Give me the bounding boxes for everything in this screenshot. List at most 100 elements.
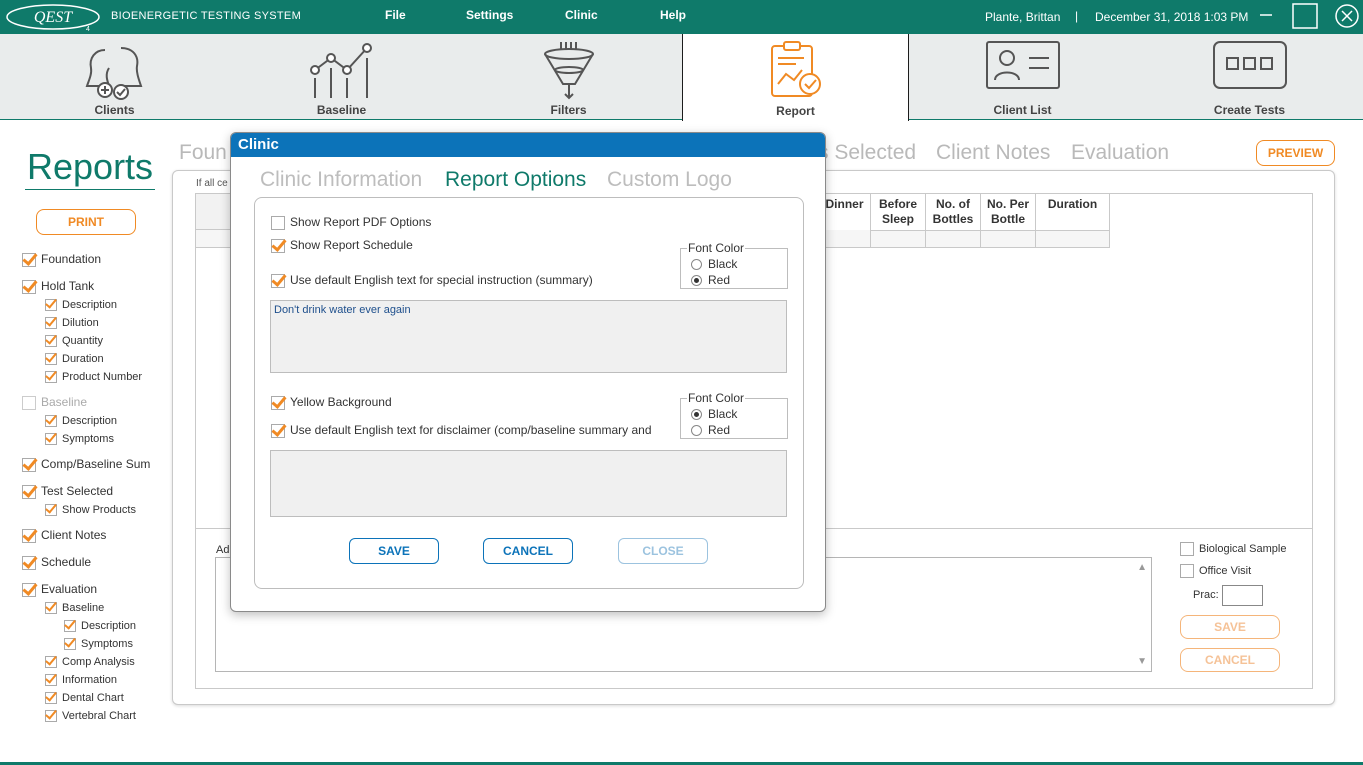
radio-dot[interactable] bbox=[691, 275, 702, 287]
print-button[interactable]: PRINT bbox=[36, 209, 136, 235]
section-comp-analysis-checkbox[interactable]: Comp Analysis bbox=[45, 656, 135, 669]
checkbox-box[interactable] bbox=[22, 582, 36, 597]
prac-input[interactable] bbox=[1222, 585, 1263, 606]
menu-clinic[interactable]: Clinic bbox=[565, 8, 598, 22]
show-schedule-box[interactable] bbox=[271, 238, 285, 253]
bio-sample-box[interactable] bbox=[1180, 541, 1194, 556]
show-pdf-options-checkbox[interactable]: Show Report PDF Options bbox=[271, 215, 431, 230]
section-evaluation-checkbox[interactable]: Evaluation bbox=[22, 582, 97, 597]
table-cell[interactable] bbox=[1035, 230, 1110, 248]
section-test-selected-checkbox[interactable]: Test Selected bbox=[22, 484, 113, 499]
checkbox-box[interactable] bbox=[45, 656, 57, 669]
checkbox-box[interactable] bbox=[22, 555, 36, 570]
checkbox-box[interactable] bbox=[45, 692, 57, 705]
toolbar-baseline[interactable]: Baseline bbox=[228, 34, 455, 120]
section-hold-tank-checkbox[interactable]: Hold Tank bbox=[22, 279, 94, 294]
checkbox-box[interactable] bbox=[45, 674, 57, 687]
section-client-notes-checkbox[interactable]: Client Notes bbox=[22, 528, 106, 543]
maximize-icon[interactable] bbox=[1292, 3, 1318, 29]
checkbox-box[interactable] bbox=[45, 710, 57, 723]
font-color-1-black-radio[interactable]: Black bbox=[691, 257, 737, 271]
checkbox-box[interactable] bbox=[45, 415, 57, 428]
disclaimer-textarea[interactable] bbox=[270, 450, 787, 517]
section-baseline-checkbox[interactable]: Baseline bbox=[45, 602, 104, 615]
toolbar-client-list[interactable]: Client List bbox=[909, 34, 1136, 120]
table-cell[interactable] bbox=[925, 230, 980, 248]
checkbox-box[interactable] bbox=[22, 484, 36, 499]
section-symptoms-checkbox[interactable]: Symptoms bbox=[64, 638, 133, 651]
scroll-up-icon[interactable]: ▲ bbox=[1137, 562, 1147, 573]
checkbox-box[interactable] bbox=[45, 504, 57, 517]
default-disclaimer-checkbox[interactable]: Use default English text for disclaimer … bbox=[271, 423, 652, 438]
default-summary-checkbox[interactable]: Use default English text for special ins… bbox=[271, 273, 593, 288]
dialog-save-button[interactable]: SAVE bbox=[349, 538, 439, 564]
section-description-checkbox[interactable]: Description bbox=[45, 415, 117, 428]
toolbar-filters[interactable]: Filters bbox=[455, 34, 682, 120]
table-cell[interactable] bbox=[980, 230, 1035, 248]
section-vertebral-chart-checkbox[interactable]: Vertebral Chart bbox=[45, 710, 136, 723]
checkbox-box[interactable] bbox=[22, 457, 36, 472]
table-cell[interactable] bbox=[870, 230, 925, 248]
summary-textarea[interactable]: Don't drink water ever again bbox=[270, 300, 787, 373]
checkbox-box[interactable] bbox=[64, 638, 76, 651]
section-foundation-checkbox[interactable]: Foundation bbox=[22, 252, 101, 267]
scroll-down-icon[interactable]: ▼ bbox=[1137, 656, 1147, 667]
checkbox-box[interactable] bbox=[45, 299, 57, 312]
dialog-cancel-button[interactable]: CANCEL bbox=[483, 538, 573, 564]
show-pdf-options-box[interactable] bbox=[271, 215, 285, 230]
radio-dot[interactable] bbox=[691, 409, 702, 421]
checkbox-box[interactable] bbox=[45, 371, 57, 384]
preview-button[interactable]: PREVIEW bbox=[1256, 140, 1335, 166]
checkbox-box[interactable] bbox=[45, 433, 57, 446]
section-description-checkbox[interactable]: Description bbox=[64, 620, 136, 633]
menu-file[interactable]: File bbox=[385, 8, 406, 22]
checkbox-box[interactable] bbox=[45, 602, 57, 615]
checkbox-box[interactable] bbox=[22, 528, 36, 543]
section-duration-checkbox[interactable]: Duration bbox=[45, 353, 104, 366]
yellow-background-checkbox[interactable]: Yellow Background bbox=[271, 395, 392, 410]
tab-evaluation[interactable]: Evaluation bbox=[1071, 141, 1169, 165]
checkbox-box[interactable] bbox=[45, 353, 57, 366]
office-visit-box[interactable] bbox=[1180, 563, 1194, 578]
bio-sample-checkbox[interactable]: Biological Sample bbox=[1180, 541, 1286, 556]
checkbox-box[interactable] bbox=[22, 279, 36, 294]
section-schedule-checkbox[interactable]: Schedule bbox=[22, 555, 91, 570]
toolbar-create-tests[interactable]: Create Tests bbox=[1136, 34, 1363, 120]
section-comp-baseline-sum-checkbox[interactable]: Comp/Baseline Sum bbox=[22, 457, 150, 472]
tab-foundation[interactable]: Foun bbox=[179, 141, 227, 165]
dialog-close-button[interactable]: CLOSE bbox=[618, 538, 708, 564]
section-quantity-checkbox[interactable]: Quantity bbox=[45, 335, 103, 348]
minimize-icon[interactable] bbox=[1259, 8, 1273, 22]
show-schedule-checkbox[interactable]: Show Report Schedule bbox=[271, 238, 413, 253]
office-visit-checkbox[interactable]: Office Visit bbox=[1180, 563, 1251, 578]
menu-help[interactable]: Help bbox=[660, 8, 686, 22]
section-dental-chart-checkbox[interactable]: Dental Chart bbox=[45, 692, 124, 705]
section-show-products-checkbox[interactable]: Show Products bbox=[45, 504, 136, 517]
radio-dot[interactable] bbox=[691, 259, 702, 271]
font-color-2-red-radio[interactable]: Red bbox=[691, 423, 730, 437]
close-icon[interactable] bbox=[1334, 3, 1360, 29]
save-button[interactable]: SAVE bbox=[1180, 615, 1280, 639]
font-color-2-black-radio[interactable]: Black bbox=[691, 407, 737, 421]
menu-settings[interactable]: Settings bbox=[466, 8, 513, 22]
section-information-checkbox[interactable]: Information bbox=[45, 674, 117, 687]
section-product-number-checkbox[interactable]: Product Number bbox=[45, 371, 142, 384]
tab-test-selected[interactable]: s Selected bbox=[818, 141, 916, 165]
default-disclaimer-box[interactable] bbox=[271, 423, 285, 438]
font-color-1-red-radio[interactable]: Red bbox=[691, 273, 730, 287]
yellow-background-box[interactable] bbox=[271, 395, 285, 410]
section-symptoms-checkbox[interactable]: Symptoms bbox=[45, 433, 114, 446]
tab-clinic-information[interactable]: Clinic Information bbox=[260, 168, 422, 192]
checkbox-box[interactable] bbox=[64, 620, 76, 633]
tab-report-options[interactable]: Report Options bbox=[445, 168, 586, 192]
radio-dot[interactable] bbox=[691, 425, 702, 437]
cancel-button[interactable]: CANCEL bbox=[1180, 648, 1280, 672]
tab-client-notes[interactable]: Client Notes bbox=[936, 141, 1050, 165]
tab-custom-logo[interactable]: Custom Logo bbox=[607, 168, 732, 192]
toolbar-report[interactable]: Report bbox=[682, 34, 909, 121]
section-description-checkbox[interactable]: Description bbox=[45, 299, 117, 312]
default-summary-box[interactable] bbox=[271, 273, 285, 288]
toolbar-clients[interactable]: Clients bbox=[1, 34, 228, 120]
checkbox-box[interactable] bbox=[22, 252, 36, 267]
checkbox-box[interactable] bbox=[45, 335, 57, 348]
